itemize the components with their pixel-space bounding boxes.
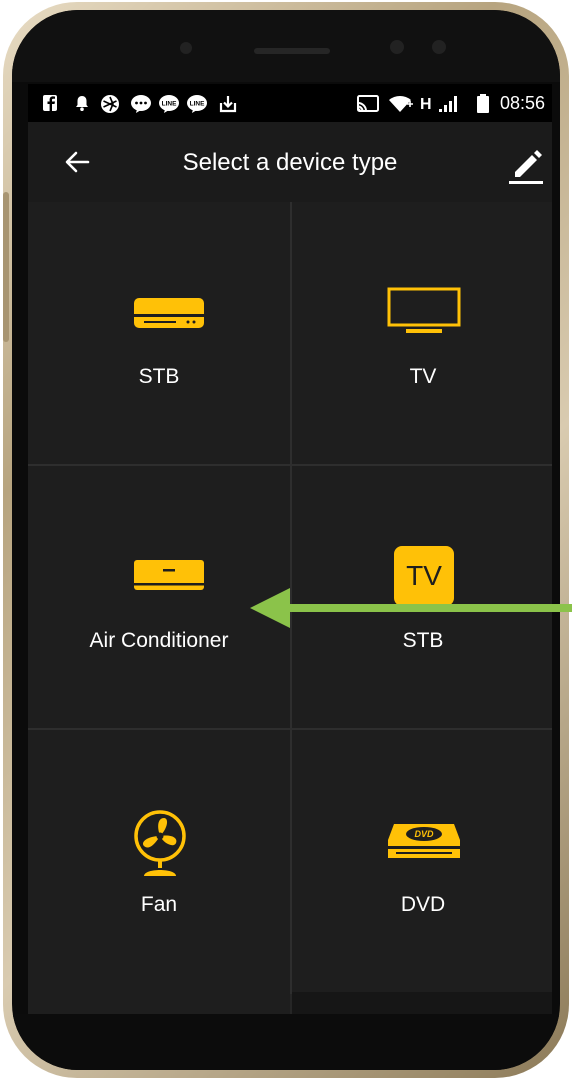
status-time: 08:56 [500,93,546,113]
wifi-icon [388,94,414,112]
app-bar: Select a device type [28,122,552,202]
top-bezel [12,10,560,82]
dvd-player-icon: DVD [388,824,460,858]
tv-monitor-icon [387,287,461,333]
device-tile-stb[interactable]: STB [28,202,290,464]
earpiece-speaker [254,48,330,54]
battery-icon [476,94,490,113]
front-camera-icon [180,42,192,54]
bottom-bezel [12,1014,560,1070]
proximity-sensor-icon [390,40,404,54]
device-tile-fan[interactable]: Fan [28,730,290,992]
aperture-icon [100,94,120,113]
grid-divider [290,202,292,992]
pencil-icon [509,150,543,184]
device-label: DVD [400,893,446,916]
line-icon-2: LINE [186,94,208,113]
device-label: STB [138,365,180,388]
device-label: TV [409,365,437,388]
device-type-grid: STB TV Air Conditioner TV STB Fan DVD DV… [28,202,552,1022]
download-icon [218,94,238,113]
cast-icon [356,94,380,112]
device-tile-stb-2[interactable]: TV STB [292,466,552,728]
device-label: Air Conditioner [89,629,229,652]
fan-icon [134,810,186,876]
line-chat-icon [130,94,152,113]
tv-badge-icon: TV [394,546,454,606]
volume-button [3,192,9,342]
device-tile-tv[interactable]: TV [292,202,552,464]
set-top-box-icon [134,298,204,328]
light-sensor-icon [432,40,446,54]
air-conditioner-icon [134,560,204,590]
svg-text:LINE: LINE [190,101,205,108]
screen: LINE LINE H 08:56 Select a device type S… [28,84,552,1022]
line-icon: LINE [158,94,180,113]
facebook-icon [42,94,58,112]
grid-divider [28,464,552,466]
grid-divider [28,728,552,730]
device-label: STB [402,629,444,652]
signal-icon [438,94,460,112]
phone-frame: LINE LINE H 08:56 Select a device type S… [3,2,569,1078]
notification-bell-icon [74,94,90,112]
svg-text:DVD: DVD [414,829,434,839]
device-tile-air-conditioner[interactable]: Air Conditioner [28,466,290,728]
network-type-label: H [420,96,432,113]
edit-button[interactable] [506,144,546,184]
phone-body: LINE LINE H 08:56 Select a device type S… [12,10,560,1070]
device-tile-dvd[interactable]: DVD DVD [292,730,552,992]
page-title: Select a device type [182,149,398,176]
status-bar: LINE LINE H 08:56 [28,84,552,122]
svg-text:LINE: LINE [162,101,177,108]
device-label: Fan [140,893,178,916]
